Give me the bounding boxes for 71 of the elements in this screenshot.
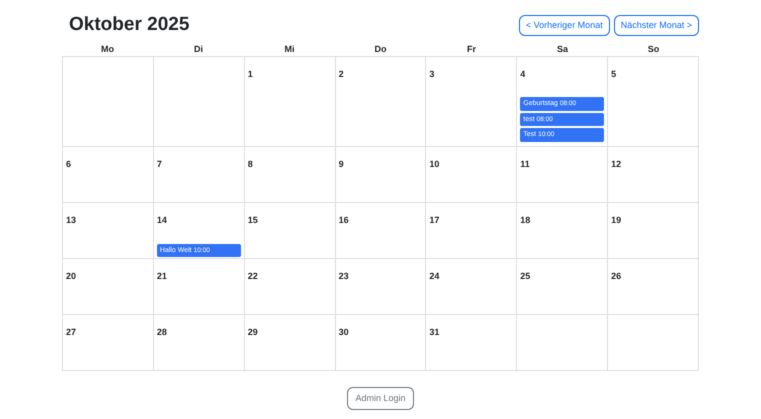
day-number: 6 <box>66 158 72 171</box>
day-number: 4 <box>520 68 526 82</box>
day-cell[interactable]: 19 <box>608 202 699 259</box>
day-number: 2 <box>338 68 344 82</box>
day-number: 26 <box>611 270 622 283</box>
day-number: 30 <box>338 326 349 339</box>
day-cell[interactable]: 24 <box>426 258 518 315</box>
day-cell[interactable]: 15 <box>244 202 336 259</box>
weekday-header: Mi <box>284 44 294 54</box>
day-number: 8 <box>248 158 253 171</box>
day-cell[interactable]: 31 <box>426 314 518 371</box>
day-number: 24 <box>429 270 440 283</box>
day-cell[interactable]: 28 <box>154 314 245 371</box>
day-cell[interactable]: 25 <box>517 258 608 315</box>
day-number: 3 <box>429 68 434 82</box>
day-number: 25 <box>520 270 530 283</box>
weekday-header: Sa <box>556 44 568 54</box>
day-cell[interactable]: 6 <box>63 146 154 203</box>
day-number: 10 <box>429 158 440 171</box>
day-number: 31 <box>429 326 440 339</box>
day-number: 29 <box>248 326 258 339</box>
next-month-button[interactable]: Nächster Monat > <box>614 15 699 36</box>
day-cell[interactable]: 21 <box>154 258 245 315</box>
day-number: 18 <box>520 214 530 227</box>
day-cell[interactable]: 11 <box>517 146 608 203</box>
day-cell[interactable]: 16 <box>336 202 426 259</box>
weekday-header: Fr <box>467 44 476 54</box>
day-cell[interactable]: 9 <box>336 146 426 203</box>
day-cell[interactable]: 3 <box>426 57 518 147</box>
day-number: 1 <box>248 68 253 82</box>
day-cell[interactable]: 12 <box>608 146 699 203</box>
day-number: 22 <box>248 270 258 283</box>
day-number: 23 <box>338 270 349 283</box>
day-number: 21 <box>156 270 167 283</box>
day-number: 19 <box>611 214 622 227</box>
day-cell[interactable]: 13 <box>63 202 154 259</box>
weekday-header: Do <box>374 44 386 54</box>
weekday-header: So <box>648 44 660 54</box>
day-cell[interactable]: 10 <box>426 146 518 203</box>
day-number: 12 <box>611 158 622 171</box>
day-number: 9 <box>338 158 344 171</box>
day-cell[interactable]: 20 <box>63 258 154 315</box>
day-cell[interactable]: 5 <box>608 57 699 147</box>
day-number: 17 <box>429 214 440 227</box>
day-cell[interactable]: 18 <box>517 202 608 259</box>
day-number: 14 <box>156 214 167 227</box>
day-number: 28 <box>156 326 167 339</box>
day-cell[interactable]: 23 <box>336 258 426 315</box>
day-number: 16 <box>338 214 349 227</box>
weekday-header: Di <box>194 44 203 54</box>
day-number: 13 <box>66 214 76 227</box>
day-number: 27 <box>66 326 76 339</box>
day-cell[interactable]: 2 <box>336 57 426 147</box>
admin-login-button[interactable]: Admin Login <box>347 386 414 410</box>
day-cell[interactable]: 22 <box>244 258 336 315</box>
day-cell[interactable]: 7 <box>154 146 245 203</box>
day-number: 7 <box>156 158 162 171</box>
day-number: 15 <box>248 214 258 227</box>
day-cell[interactable]: 17 <box>426 202 518 259</box>
day-cell[interactable]: 27 <box>63 314 154 371</box>
previous-month-button[interactable]: < Vorheriger Monat <box>518 15 610 36</box>
day-number: 5 <box>611 68 616 82</box>
day-number: 11 <box>520 158 530 171</box>
day-cell[interactable]: 26 <box>608 258 699 315</box>
day-cell[interactable]: 8 <box>244 146 336 203</box>
day-cell[interactable]: 1 <box>244 57 336 147</box>
day-number: 20 <box>66 270 76 283</box>
day-cell[interactable]: 30 <box>336 314 426 371</box>
day-cell[interactable]: 29 <box>244 314 336 371</box>
month-title: Oktober 2025 <box>69 14 190 37</box>
weekday-header: Mo <box>101 44 114 54</box>
